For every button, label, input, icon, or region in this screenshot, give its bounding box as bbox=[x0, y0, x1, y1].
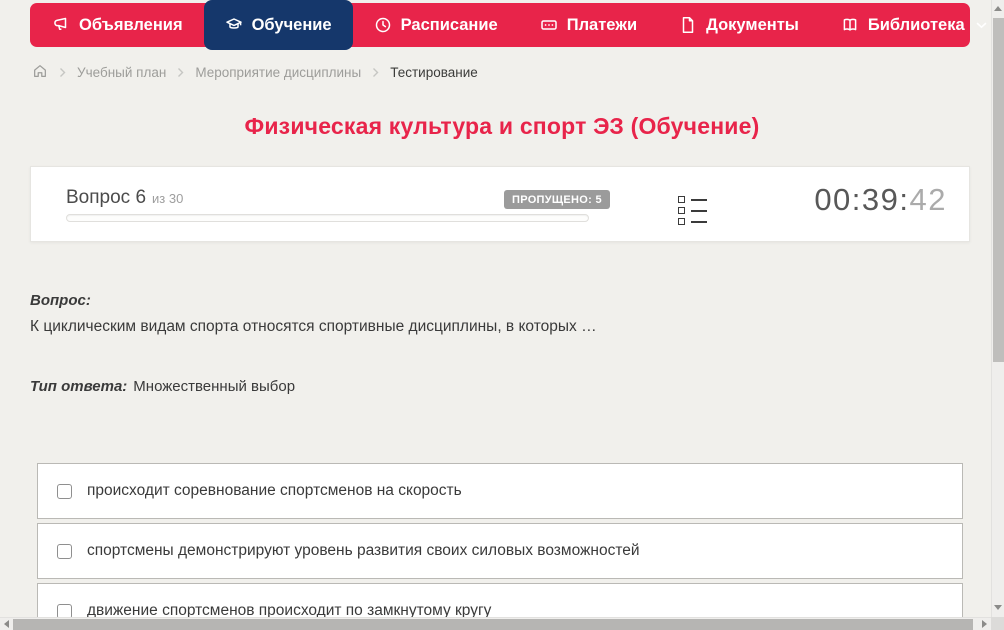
scroll-left-arrow-icon[interactable] bbox=[4, 620, 9, 628]
breadcrumb-separator-icon bbox=[177, 67, 184, 78]
progress-bar bbox=[66, 214, 589, 222]
horizontal-scrollbar[interactable] bbox=[0, 617, 991, 630]
answer-option[interactable]: спортсмены демонстрируют уровень развити… bbox=[37, 523, 963, 579]
nav-item-label: Библиотека bbox=[867, 15, 965, 34]
scrollbar-corner bbox=[991, 617, 1004, 630]
question-text: К циклическим видам спорта относятся спо… bbox=[30, 318, 597, 335]
nav-item-documents[interactable]: Документы bbox=[658, 3, 820, 47]
page-title: Физическая культура и спорт ЭЗ (Обучение… bbox=[244, 113, 760, 139]
graduation-cap-icon bbox=[225, 16, 243, 34]
nav-item-label: Документы bbox=[706, 15, 799, 34]
test-page: Объявления Обучение Расписание Платежи Д… bbox=[0, 0, 1004, 630]
nav-item-label: Объявления bbox=[79, 15, 183, 34]
breadcrumb-item-curriculum[interactable]: Учебный план bbox=[77, 65, 166, 80]
horizontal-scrollbar-thumb[interactable] bbox=[13, 619, 973, 630]
question-number-label: Вопрос 6 bbox=[66, 187, 147, 208]
answer-option-label: спортсмены демонстрируют уровень развити… bbox=[87, 542, 640, 559]
banknote-icon bbox=[540, 16, 558, 34]
nav-item-payments[interactable]: Платежи bbox=[519, 3, 658, 47]
breadcrumb-item-testing: Тестирование bbox=[390, 65, 478, 80]
timer: 00:39:42 bbox=[814, 182, 947, 218]
nav-item-announcements[interactable]: Объявления bbox=[31, 3, 204, 47]
scroll-right-arrow-icon[interactable] bbox=[982, 620, 987, 628]
open-book-icon bbox=[841, 16, 859, 34]
skipped-badge: ПРОПУЩЕНО: 5 bbox=[504, 190, 610, 209]
answer-type-row: Тип ответа: Множественный выбор bbox=[30, 378, 295, 395]
question-total-label: из 30 bbox=[152, 191, 184, 206]
scroll-down-arrow-icon[interactable] bbox=[994, 605, 1002, 610]
nav-item-label: Расписание bbox=[400, 15, 498, 34]
question-list-icon[interactable] bbox=[676, 194, 709, 227]
timer-seconds: 42 bbox=[909, 182, 947, 217]
vertical-scrollbar[interactable] bbox=[991, 0, 1004, 617]
nav-item-schedule[interactable]: Расписание bbox=[353, 3, 519, 47]
checkbox[interactable] bbox=[57, 483, 72, 499]
answer-type-label: Тип ответа: bbox=[30, 378, 128, 395]
question-label: Вопрос: bbox=[30, 292, 91, 309]
vertical-scrollbar-thumb[interactable] bbox=[993, 18, 1004, 362]
breadcrumb: Учебный план Мероприятие дисциплины Тест… bbox=[32, 63, 478, 82]
clock-icon bbox=[374, 16, 392, 34]
scroll-up-arrow-icon[interactable] bbox=[994, 6, 1002, 11]
nav-item-label: Платежи bbox=[566, 15, 638, 34]
answer-type-value: Множественный выбор bbox=[133, 378, 296, 395]
megaphone-icon bbox=[52, 16, 70, 34]
chevron-down-icon bbox=[976, 22, 987, 29]
document-icon bbox=[679, 16, 697, 34]
nav-item-label: Обучение bbox=[251, 15, 332, 34]
nav-item-library[interactable]: Библиотека bbox=[820, 3, 1004, 47]
question-number: Вопрос 6 из 30 bbox=[66, 187, 183, 209]
home-icon[interactable] bbox=[32, 63, 48, 82]
main-navbar: Объявления Обучение Расписание Платежи Д… bbox=[30, 0, 986, 50]
breadcrumb-item-discipline-event[interactable]: Мероприятие дисциплины bbox=[195, 65, 361, 80]
breadcrumb-separator-icon bbox=[59, 67, 66, 78]
checkbox[interactable] bbox=[57, 543, 72, 559]
nav-item-training[interactable]: Обучение bbox=[203, 0, 353, 50]
breadcrumb-separator-icon bbox=[372, 67, 379, 78]
timer-hours-minutes: 00:39: bbox=[814, 182, 910, 217]
answer-options: происходит соревнование спортсменов на с… bbox=[37, 463, 963, 630]
answer-option[interactable]: происходит соревнование спортсменов на с… bbox=[37, 463, 963, 519]
answer-option-label: происходит соревнование спортсменов на с… bbox=[87, 482, 462, 499]
question-status-card: Вопрос 6 из 30 ПРОПУЩЕНО: 5 00:39:42 bbox=[30, 166, 970, 242]
